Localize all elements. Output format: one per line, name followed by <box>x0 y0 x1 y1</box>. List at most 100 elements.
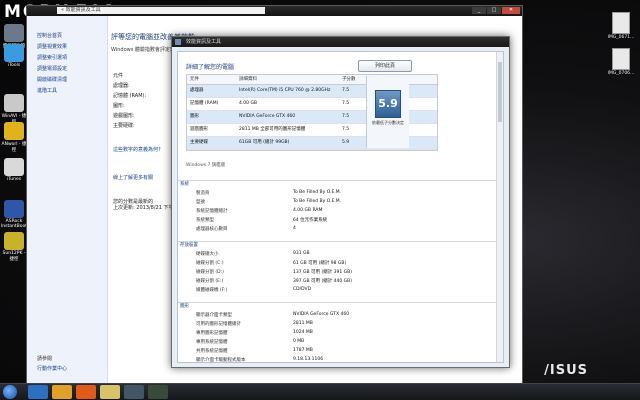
winavi-glyph-icon <box>4 94 24 112</box>
image-file-icon[interactable]: IMG_0671... <box>604 12 638 40</box>
nav-link[interactable]: 調整索引選項 <box>27 52 107 63</box>
detail-row: 磁碟分割 (C:) 61 GB 可用 (總計 98 GB) <box>178 260 503 268</box>
detail-row: 專用系統記憶體 0 MB <box>178 339 503 347</box>
performance-icon <box>175 39 181 45</box>
print-button[interactable]: 列印此頁 <box>358 60 412 72</box>
dialog-heading: 詳細了解您的電腦 <box>186 64 235 71</box>
image-thumbnail-icon <box>612 48 630 70</box>
row-label: 遊戲圖形: <box>113 113 135 119</box>
address-bar[interactable]: « 效能資訊及工具 <box>57 7 265 14</box>
desktop-icon-label: IMG_0671... <box>607 35 635 40</box>
dialog-titlebar: 效能資訊及工具 <box>172 37 509 47</box>
desktop-icon-label: iTools <box>7 63 21 68</box>
row-score: 7.5 <box>342 127 350 132</box>
section-header: 系統 <box>178 180 503 187</box>
desktop-icon-label: Sun12PK - 捷徑 <box>2 251 26 262</box>
base-score-caption: 依最低子分數決定 <box>372 120 404 125</box>
image-thumbnail-icon <box>612 12 630 34</box>
app-taskbar-icon[interactable] <box>148 385 168 399</box>
detail-key: 顯示器介面卡類型 <box>196 313 232 318</box>
nav-link[interactable]: 進階工具 <box>27 85 107 96</box>
nav-link[interactable]: 開啟磁碟清理 <box>27 74 107 85</box>
minimize-button[interactable]: _ <box>472 7 486 14</box>
detail-row: 專用圖形記憶體 1024 MB <box>178 330 503 338</box>
anworl-glyph-icon <box>4 122 24 140</box>
close-button[interactable]: ✕ <box>502 7 520 14</box>
col-header: 詳細資料 <box>239 77 257 82</box>
action-center-link[interactable]: 行動作業中心 <box>37 365 67 372</box>
base-score-panel: 5.9 依最低子分數決定 <box>366 76 409 148</box>
detail-row: 處理器核心數目 4 <box>178 226 503 234</box>
ie-icon[interactable] <box>28 385 48 399</box>
recycle-bin-glyph-icon <box>4 24 24 42</box>
maximize-button[interactable]: □ <box>487 7 501 14</box>
row-detail: 2811 MB 全部可用的圖形記憶體 <box>239 127 306 132</box>
row-score: 7.5 <box>342 88 350 93</box>
detail-key: 可用的圖形記憶體總計 <box>196 322 241 327</box>
anworl-icon[interactable]: ANworl - 捷徑 <box>0 122 28 153</box>
row-label: 主要硬碟: <box>113 123 135 129</box>
col-header: 子分數 <box>342 77 356 82</box>
detail-key: 系統記憶體總計 <box>196 209 228 214</box>
detail-key: 專用系統記憶體 <box>196 340 228 345</box>
detail-value: 61 GB 可用 (總計 98 GB) <box>293 261 347 266</box>
row-detail: 61GB 可用 (總計 99GB) <box>239 140 290 145</box>
col-header: 元件 <box>190 77 199 82</box>
folder-icon[interactable] <box>100 385 120 399</box>
detail-value: 397 GB 可用 (總計 440 GB) <box>293 279 352 284</box>
section-header: 存放裝置 <box>178 241 503 248</box>
image-file-icon[interactable]: IMG_0706... <box>604 48 638 76</box>
detail-row: 顯示器介面卡類型 NVIDIA GeForce GTX 460 <box>178 312 503 320</box>
taskbar <box>0 383 640 400</box>
row-detail: Intel(R) Core(TM) i5 CPU 760 @ 2.80GHz <box>239 88 331 93</box>
row-component: 主要硬碟 <box>190 140 208 145</box>
detail-key: 硬碟總大小 <box>196 252 219 257</box>
explorer-nav-pane: 控制台首頁 調整視覺效果 調整索引選項 調整電源設定 開啟磁碟清理 進階工具 請… <box>27 16 108 386</box>
base-score-tile: 5.9 <box>375 90 401 118</box>
row-detail: 4.00 GB <box>239 101 258 106</box>
meaning-link[interactable]: 這些數字的意義為何? <box>113 146 161 153</box>
detail-value: 1787 MB <box>293 348 313 353</box>
detail-row: 系統記憶體總計 4.00 GB RAM <box>178 208 503 216</box>
detail-value: 137 GB 可用 (總計 391 GB) <box>293 270 352 275</box>
detail-row: 系統類型 64 位元作業系統 <box>178 217 503 225</box>
itools-icon[interactable]: iTools <box>0 44 28 68</box>
detail-row: 硬碟總大小 931 GB <box>178 251 503 259</box>
start-button[interactable] <box>3 385 17 399</box>
row-detail: NVIDIA GeForce GTX 460 <box>239 114 296 119</box>
dialog-body: 詳細了解您的電腦 列印此頁 元件 詳細資料 子分數 基本分數 處理器 Intel… <box>177 51 504 363</box>
detail-row: 顯示介面卡驅動程式版本 9.18.13.1106 <box>178 357 503 362</box>
sun12pk-icon[interactable]: Sun12PK - 捷徑 <box>0 232 28 262</box>
chrome-icon[interactable] <box>52 385 72 399</box>
detail-value: 64 位元作業系統 <box>293 218 328 223</box>
detail-key: 磁碟分割 (D:) <box>196 270 224 275</box>
desktop-icon-label: IMG_0706... <box>607 71 635 76</box>
sun12pk-glyph-icon <box>4 232 24 250</box>
performance-details-dialog: 效能資訊及工具 詳細了解您的電腦 列印此頁 元件 詳細資料 子分數 基本分數 處… <box>171 36 510 368</box>
detail-value: CD/DVD <box>293 287 312 292</box>
row-label: 處理器: <box>113 83 130 89</box>
vertical-scrollbar[interactable] <box>496 52 503 362</box>
row-score: 5.9 <box>342 140 350 145</box>
nav-link[interactable]: 控制台首頁 <box>27 30 107 41</box>
row-component: 處理器 <box>190 88 204 93</box>
row-label: 記憶體 (RAM): <box>113 93 147 99</box>
detail-value: To Be Filled By O.E.M. <box>293 190 342 195</box>
control-panel-taskbar-icon[interactable] <box>124 385 144 399</box>
desktop-icon-label: ASRock InstantBoot <box>0 219 28 229</box>
detail-key: 磁碟分割 (C:) <box>196 261 224 266</box>
winavi-icon[interactable]: WinAVI - 捷徑 <box>0 94 28 125</box>
asrock-icon[interactable]: ASRock InstantBoot <box>0 200 28 229</box>
dialog-title: 效能資訊及工具 <box>186 39 222 45</box>
learn-more-link[interactable]: 線上了解更多有關 <box>113 174 153 181</box>
component-label: 元件 <box>113 73 124 79</box>
nav-link[interactable]: 調整視覺效果 <box>27 41 107 52</box>
detail-value: 2811 MB <box>293 321 313 326</box>
itunes-icon[interactable]: iTunes <box>0 158 28 182</box>
firefox-icon[interactable] <box>76 385 96 399</box>
row-label: 圖形: <box>113 103 125 109</box>
row-score: 7.5 <box>342 114 350 119</box>
asus-brand: /ISUS <box>544 363 588 378</box>
scrollbar-thumb[interactable] <box>498 62 502 122</box>
nav-link[interactable]: 調整電源設定 <box>27 63 107 74</box>
